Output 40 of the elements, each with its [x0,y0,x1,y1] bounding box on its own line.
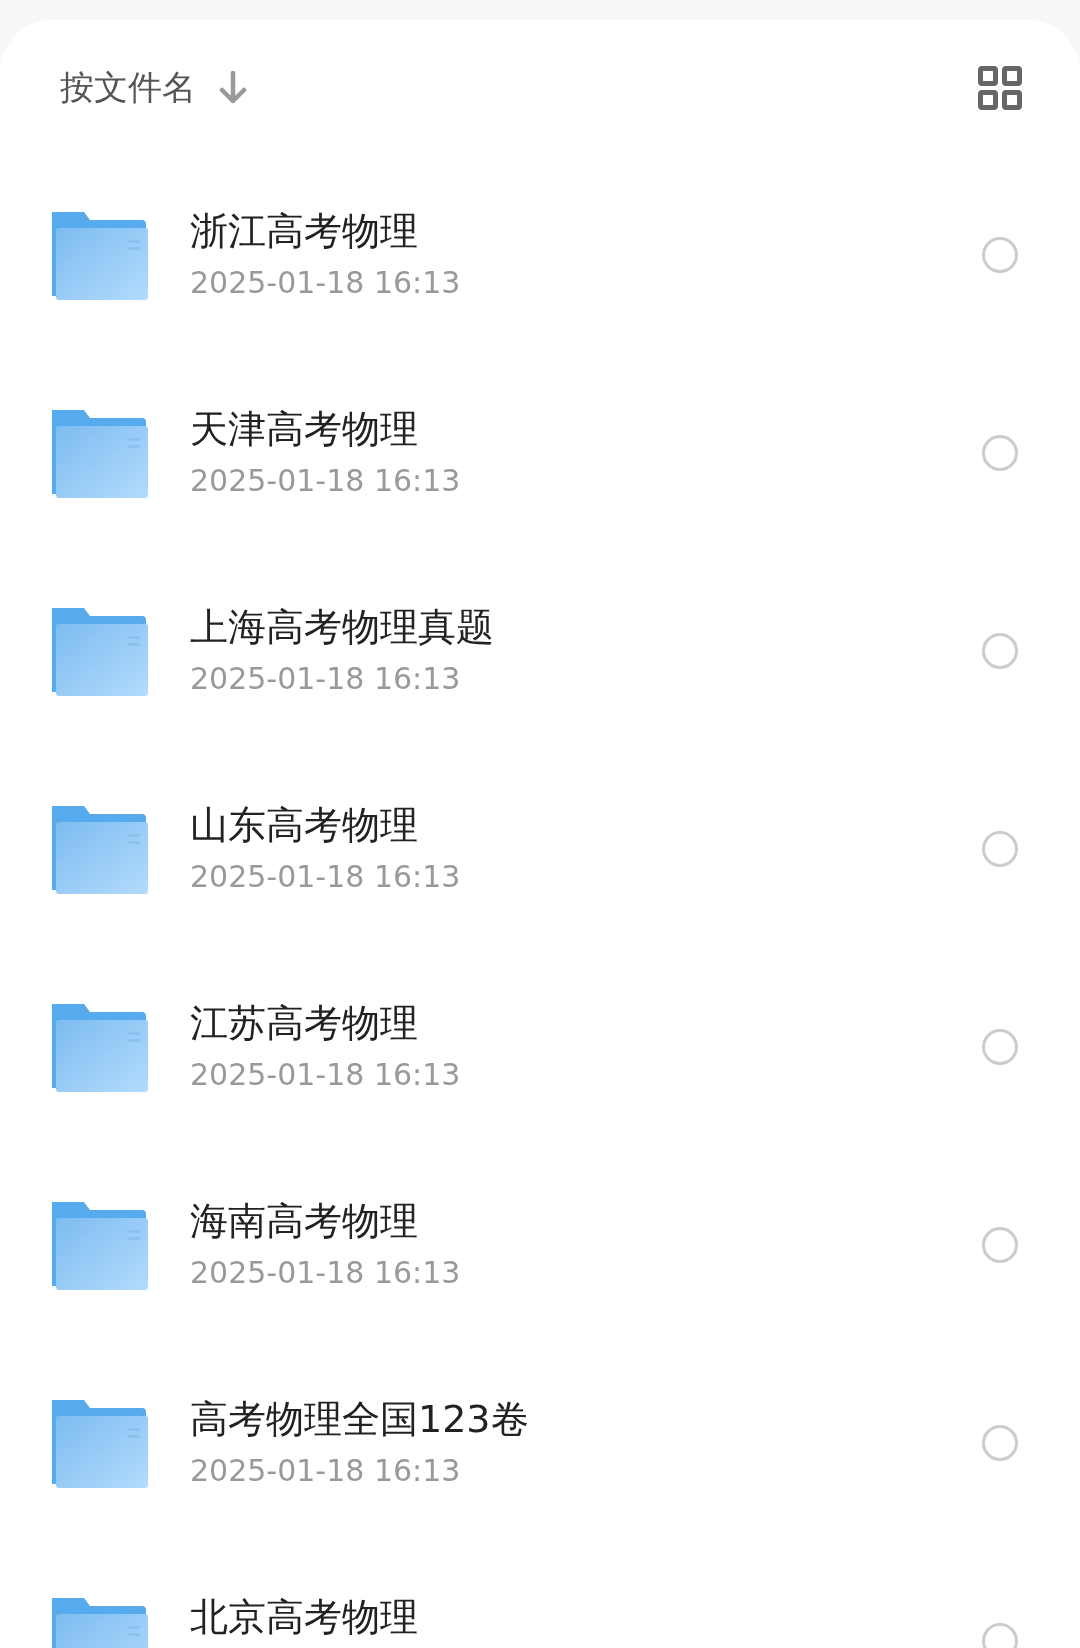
modified-date: 2025-01-18 16:13 [190,1452,462,1490]
grid-view-icon[interactable] [978,66,1022,110]
modified-date: 2025-01-18 16:13 [190,858,462,896]
folder-icon [50,1002,148,1092]
folder-icon [50,1200,148,1290]
folder-icon [50,408,148,498]
folder-icon [50,804,148,894]
modified-date: 2025-01-18 16:13 [190,462,462,500]
file-row[interactable]: 江苏高考物理 2025-01-18 16:13 [0,948,1080,1146]
select-radio[interactable] [982,831,1018,867]
select-radio[interactable] [982,237,1018,273]
modified-date: 2025-01-18 16:13 [190,264,462,302]
folder-name: 浙江高考物理 [190,208,419,255]
folder-icon [50,606,148,696]
select-radio[interactable] [982,435,1018,471]
folder-name: 高考物理全国123卷 [190,1396,530,1443]
folder-icon [50,1398,148,1488]
modified-date: 2025-01-18 16:13 [190,1056,462,1094]
file-row[interactable]: 上海高考物理真题 2025-01-18 16:13 [0,552,1080,750]
select-radio[interactable] [982,1227,1018,1263]
select-radio[interactable] [982,1425,1018,1461]
file-row[interactable]: 山东高考物理 2025-01-18 16:13 [0,750,1080,948]
sort-button[interactable]: 按文件名 [60,65,248,111]
file-row[interactable]: 浙江高考物理 2025-01-18 16:13 [0,156,1080,354]
file-row[interactable]: 高考物理全国123卷 2025-01-18 16:13 [0,1344,1080,1542]
folder-name: 海南高考物理 [190,1198,419,1245]
file-row[interactable]: 海南高考物理 2025-01-18 16:13 [0,1146,1080,1344]
folder-name: 江苏高考物理 [190,1000,419,1047]
folder-name: 北京高考物理 [190,1594,419,1641]
folder-name: 山东高考物理 [190,802,419,849]
file-row[interactable]: 天津高考物理 2025-01-18 16:13 [0,354,1080,552]
modified-date: 2025-01-18 16:13 [190,1254,462,1292]
select-radio[interactable] [982,1029,1018,1065]
modified-date: 2025-01-18 16:13 [190,660,462,698]
folder-name: 天津高考物理 [190,406,419,453]
folder-name: 上海高考物理真题 [190,604,495,651]
folder-icon [50,210,148,300]
file-row[interactable]: 北京高考物理 [0,1542,1080,1648]
select-radio[interactable] [982,633,1018,669]
arrow-down-icon [218,71,248,105]
